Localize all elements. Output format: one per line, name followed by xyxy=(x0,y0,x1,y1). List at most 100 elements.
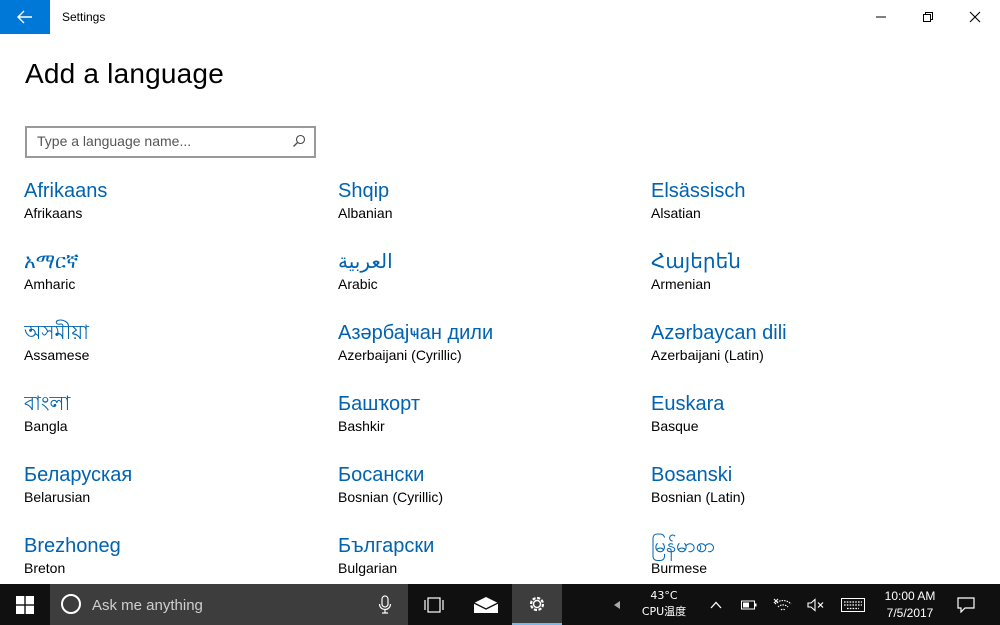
language-item[interactable]: অসমীয়া Assamese xyxy=(24,320,324,380)
language-item[interactable]: Азәрбајҹан дили Azerbaijani (Cyrillic) xyxy=(338,320,638,380)
language-english-name: Afrikaans xyxy=(24,205,83,221)
language-item[interactable]: Azərbaycan dili Azerbaijani (Latin) xyxy=(651,320,951,380)
language-english-name: Assamese xyxy=(24,347,90,363)
language-list: Afrikaans Afrikaans Shqip Albanian Elsäs… xyxy=(24,178,984,584)
language-item[interactable]: မြန်မာစာ Burmese xyxy=(651,533,951,584)
language-item[interactable]: Elsässisch Alsatian xyxy=(651,178,951,238)
chevron-up-icon xyxy=(710,601,722,608)
mail-icon xyxy=(473,596,499,613)
language-english-name: Albanian xyxy=(338,205,393,221)
wifi-off-icon xyxy=(773,598,792,610)
mail-app-button[interactable] xyxy=(461,584,511,625)
language-native-name: Elsässisch xyxy=(651,180,746,202)
triangle-left-icon xyxy=(614,600,620,609)
back-button[interactable] xyxy=(0,0,50,34)
language-item[interactable]: Brezhoneg Breton xyxy=(24,533,324,584)
language-english-name: Bosnian (Latin) xyxy=(651,489,746,505)
language-native-name: Bosanski xyxy=(651,464,733,486)
task-view-button[interactable] xyxy=(409,584,459,625)
language-item[interactable]: Euskara Basque xyxy=(651,391,951,451)
language-item[interactable]: Босански Bosnian (Cyrillic) xyxy=(338,462,638,522)
back-arrow-icon xyxy=(17,10,32,24)
language-english-name: Armenian xyxy=(651,276,711,292)
language-native-name: Azərbaycan dili xyxy=(651,322,787,344)
language-english-name: Amharic xyxy=(24,276,76,292)
task-view-icon xyxy=(424,596,444,613)
language-english-name: Azerbaijani (Cyrillic) xyxy=(338,347,462,363)
taskbar-scroll-left[interactable] xyxy=(610,584,624,625)
search-icon[interactable] xyxy=(292,134,306,148)
language-native-name: অসমীয়া xyxy=(24,322,89,344)
language-english-name: Bulgarian xyxy=(338,560,398,576)
language-native-name: Башҡорт xyxy=(338,393,420,415)
language-native-name: မြန်မာစာ xyxy=(651,535,716,557)
language-english-name: Breton xyxy=(24,560,66,576)
language-item[interactable]: አማርኛ Amharic xyxy=(24,249,324,309)
restore-icon xyxy=(923,12,933,22)
clock[interactable]: 10:00 AM 7/5/2017 xyxy=(878,588,942,622)
language-item[interactable]: Беларуская Belarusian xyxy=(24,462,324,522)
language-native-name: বাংলা xyxy=(24,393,71,415)
language-english-name: Bosnian (Cyrillic) xyxy=(338,489,444,505)
page-title: Add a language xyxy=(25,58,224,89)
language-item[interactable]: Afrikaans Afrikaans xyxy=(24,178,324,238)
volume-muted-icon xyxy=(807,597,824,612)
battery-icon xyxy=(741,600,757,609)
language-english-name: Bangla xyxy=(24,418,68,434)
language-native-name: Български xyxy=(338,535,435,557)
language-native-name: Brezhoneg xyxy=(24,535,121,557)
minimize-icon xyxy=(876,16,886,18)
language-native-name: Азәрбајҹан дили xyxy=(338,322,494,344)
close-icon xyxy=(969,11,981,23)
settings-app-button[interactable] xyxy=(512,584,562,625)
language-item[interactable]: العربية Arabic xyxy=(338,249,638,309)
microphone-icon[interactable] xyxy=(378,595,392,615)
language-english-name: Belarusian xyxy=(24,489,91,505)
title-bar: Settings xyxy=(0,0,1000,34)
show-hidden-icons-button[interactable] xyxy=(705,584,727,625)
temperature-value: 43°C xyxy=(650,589,678,602)
language-item[interactable]: Bosanski Bosnian (Latin) xyxy=(651,462,951,522)
keyboard-icon xyxy=(841,597,865,612)
close-button[interactable] xyxy=(952,0,998,34)
language-item[interactable]: Shqip Albanian xyxy=(338,178,638,238)
search-box[interactable] xyxy=(25,126,316,158)
volume-button[interactable] xyxy=(804,584,828,625)
network-button[interactable] xyxy=(770,584,796,625)
language-english-name: Alsatian xyxy=(651,205,701,221)
language-item[interactable]: Հայերեն Armenian xyxy=(651,249,951,309)
window-title: Settings xyxy=(62,10,106,24)
clock-time: 10:00 AM xyxy=(884,589,936,603)
language-english-name: Arabic xyxy=(338,276,378,292)
action-center-button[interactable] xyxy=(950,584,982,625)
language-english-name: Basque xyxy=(651,418,699,434)
notification-icon xyxy=(957,596,975,613)
gear-icon xyxy=(529,596,545,611)
language-native-name: العربية xyxy=(338,251,393,273)
restore-button[interactable] xyxy=(905,0,951,34)
language-native-name: Հայերեն xyxy=(651,251,741,273)
cpu-temperature-widget[interactable]: 43°C CPU温度 xyxy=(628,588,700,620)
start-button[interactable] xyxy=(0,584,50,625)
search-input[interactable] xyxy=(37,131,277,151)
clock-date: 7/5/2017 xyxy=(886,606,934,620)
cortana-icon xyxy=(61,594,81,614)
language-native-name: አማርኛ xyxy=(24,251,79,273)
cortana-search-box[interactable]: Ask me anything xyxy=(50,584,408,625)
taskbar: Ask me anything 43°C CPU温度 10:00 AM 7/5/… xyxy=(0,584,1000,625)
language-english-name: Bashkir xyxy=(338,418,385,434)
cortana-placeholder: Ask me anything xyxy=(92,597,203,614)
language-native-name: Euskara xyxy=(651,393,725,415)
language-native-name: Босански xyxy=(338,464,425,486)
battery-button[interactable] xyxy=(738,584,760,625)
language-item[interactable]: Български Bulgarian xyxy=(338,533,638,584)
minimize-button[interactable] xyxy=(858,0,904,34)
language-native-name: Shqip xyxy=(338,180,390,202)
language-item[interactable]: বাংলা Bangla xyxy=(24,391,324,451)
language-english-name: Burmese xyxy=(651,560,708,576)
language-item[interactable]: Башҡорт Bashkir xyxy=(338,391,638,451)
language-native-name: Afrikaans xyxy=(24,180,108,202)
language-english-name: Azerbaijani (Latin) xyxy=(651,347,764,363)
touch-keyboard-button[interactable] xyxy=(838,584,868,625)
windows-logo-icon xyxy=(16,595,34,614)
